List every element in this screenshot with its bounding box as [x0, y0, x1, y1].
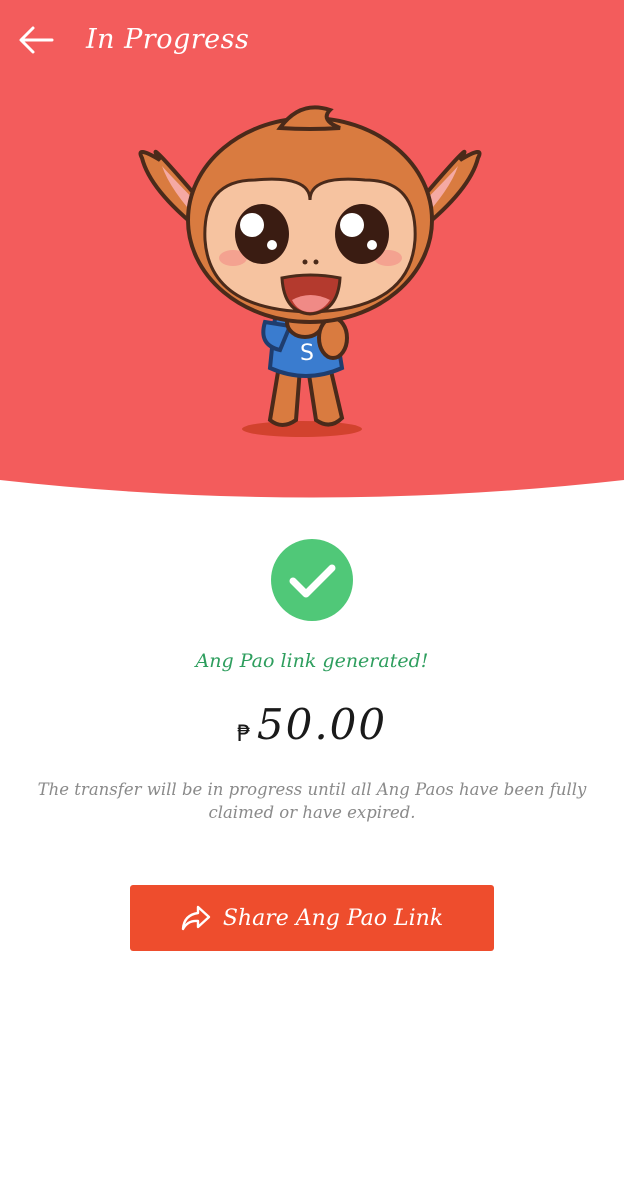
monkey-mascot-illustration: S — [130, 100, 490, 445]
check-circle-icon — [271, 539, 353, 621]
share-link-button[interactable]: Share Ang Pao Link — [130, 885, 494, 951]
transfer-note: The transfer will be in progress until a… — [37, 780, 587, 822]
page-title: In Progress — [86, 24, 250, 55]
share-arrow-icon — [181, 904, 211, 932]
share-button-label: Share Ang Pao Link — [222, 905, 444, 931]
currency-symbol: ₱ — [236, 722, 251, 747]
back-button[interactable] — [14, 20, 58, 60]
arrow-left-icon — [19, 26, 54, 54]
amount-display: ₱ 50.00 — [0, 700, 624, 749]
mascot-shirt-letter: S — [300, 341, 314, 366]
amount-value: 50.00 — [256, 700, 388, 749]
status-message: Ang Pao link generated! — [195, 650, 429, 672]
